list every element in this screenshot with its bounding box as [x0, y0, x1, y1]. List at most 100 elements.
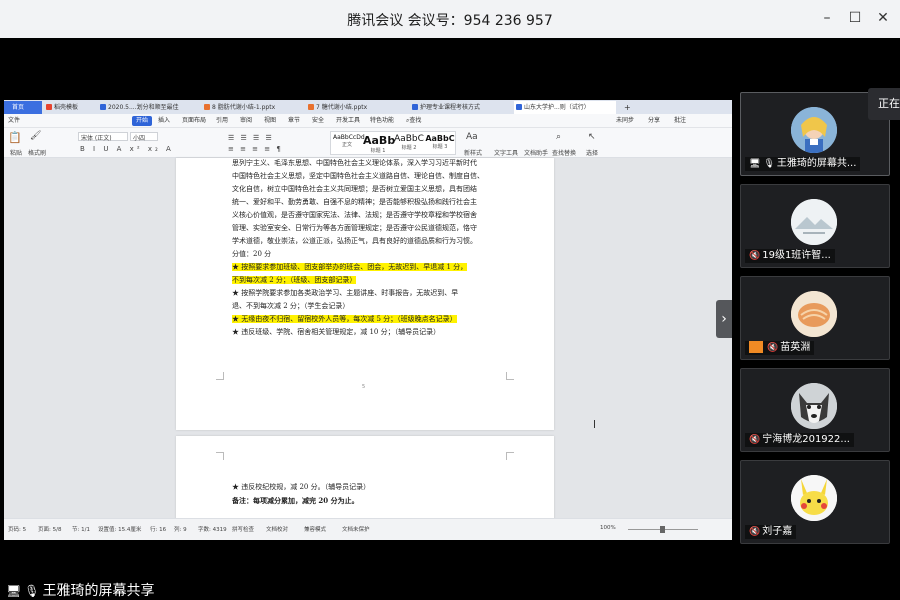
- mic-muted-icon: 🔇: [749, 435, 761, 445]
- zoom-level[interactable]: 100%: [600, 525, 616, 531]
- style-heading-1[interactable]: AaBb 标题 1: [363, 134, 395, 154]
- document-line: 统一、爱好和平、勤劳勇敢、自强不息的精神；是否能够积极弘扬和践行社会主: [232, 198, 477, 206]
- menu-view[interactable]: 视图: [264, 116, 276, 126]
- ppt-icon: [204, 104, 210, 110]
- participant-label: 🔇 刘子嘉: [745, 525, 797, 539]
- find-replace-button[interactable]: 查找替换: [552, 148, 576, 157]
- style-normal[interactable]: AaBbCcDd 正文: [333, 134, 365, 148]
- avatar-food: [791, 291, 837, 337]
- participant-tile[interactable]: 🔇 19级1班许智...: [740, 184, 890, 268]
- menu-references[interactable]: 引用: [216, 116, 228, 126]
- menu-file[interactable]: 文件: [8, 116, 20, 126]
- style-heading-2[interactable]: AaBbC 标题 2: [393, 134, 425, 151]
- margin-corner: [506, 372, 514, 380]
- document-line: ★ 违反班级、学院、宿舍相关管理规定，减 10 分；（辅导员记录）: [232, 328, 441, 336]
- format-painter-icon[interactable]: 🖌: [30, 131, 41, 141]
- screen-share-icon: 🖥: [6, 584, 22, 598]
- user-badge-icon: [749, 341, 763, 353]
- status-item[interactable]: 文档未保护: [342, 525, 370, 533]
- maximize-button[interactable]: ☐: [846, 9, 864, 27]
- format-painter-button[interactable]: 格式刷: [28, 148, 46, 157]
- word-doc-icon: [412, 104, 418, 110]
- mic-icon: 🎙: [763, 159, 775, 169]
- mic-muted-icon: 🔇: [749, 251, 761, 261]
- margin-corner: [216, 372, 224, 380]
- menu-home[interactable]: 开始: [132, 116, 153, 126]
- avatar-landscape: [791, 199, 837, 245]
- participant-tile[interactable]: 🔇 宁海博龙201922...: [740, 368, 890, 452]
- tab-shandong-university-rules[interactable]: 山东大学护...则（试行）: [514, 101, 616, 114]
- document-line: 中国特色社会主义思想，坚定中国特色社会主义道路自信、理论自信、制度自信、: [232, 172, 484, 180]
- font-size-select[interactable]: 小四: [130, 132, 158, 142]
- page-number: 5: [362, 384, 366, 390]
- document-line: ★ 违反校纪校规，减 20 分。（辅导员记录）: [232, 483, 371, 491]
- sync-status[interactable]: 未同步: [616, 116, 634, 126]
- menu-layout[interactable]: 页面布局: [182, 116, 206, 126]
- mic-icon: 🎙: [24, 584, 40, 598]
- tab-nursing-assessment[interactable]: 护理专业课程考核方式: [410, 101, 512, 114]
- status-item[interactable]: 兼容模式: [304, 525, 326, 533]
- status-item: 页面: 5/8: [38, 527, 62, 533]
- paragraph-buttons[interactable]: ☰ ☰ ☰ ☰: [228, 134, 274, 142]
- document-canvas[interactable]: 思列宁主义、毛泽东思想、中国特色社会主义理论体系，深入学习习近平新时代 中国特色社…: [4, 158, 732, 536]
- document-line: 不到每次减 2 分；（班级、团支部记录）: [232, 276, 357, 284]
- status-item[interactable]: 拼写检查: [232, 525, 254, 533]
- font-name-select[interactable]: 宋体 (正文): [78, 132, 128, 142]
- text-cursor-ibeam: [594, 420, 598, 428]
- comment-button[interactable]: 批注: [674, 116, 686, 126]
- participant-label: 🔇 宁海博龙201922...: [745, 433, 854, 447]
- document-line: ★ 按照学院要求参加各类政治学习、主题讲座、时事报告，无故迟到、早: [232, 289, 459, 297]
- avatar-pikachu: [791, 475, 837, 521]
- new-style-button[interactable]: 新样式: [464, 148, 482, 157]
- style-heading-3[interactable]: AaBbC 标题 3: [425, 134, 455, 150]
- doc-helper-button[interactable]: 文档助手: [524, 148, 548, 157]
- status-item: 行: 16: [150, 527, 167, 533]
- tab-ppt-fat-metabolism[interactable]: 8 脂肪代谢小结-1.pptx: [202, 101, 304, 114]
- tab-ppt-sugar-metabolism[interactable]: 7 糖代谢小结.pptx: [306, 101, 408, 114]
- menu-chapter[interactable]: 章节: [288, 116, 300, 126]
- close-button[interactable]: ✕: [874, 9, 892, 27]
- meeting-title: 腾讯会议 会议号：954 236 957: [347, 13, 553, 29]
- chevron-right-icon: ›: [721, 311, 727, 327]
- tab-doc-2020[interactable]: 2020.5....划分和顺至最佳: [98, 101, 200, 114]
- menu-features[interactable]: 特色功能: [370, 116, 394, 126]
- paste-icon[interactable]: 📋: [8, 131, 22, 144]
- participant-label: 🔇 19级1班许智...: [745, 249, 835, 263]
- alignment-buttons[interactable]: ≡ ≡ ≡ ≡ ¶: [228, 145, 283, 153]
- style-gallery: AaBbCcDd 正文 AaBb 标题 1 AaBbC 标题 2 AaBbC 标题 3: [330, 131, 456, 155]
- menu-dev-tools[interactable]: 开发工具: [336, 116, 360, 126]
- collapse-panel-button[interactable]: ›: [716, 300, 732, 338]
- tab-home[interactable]: 首页: [4, 101, 42, 114]
- screen-share-icon: 🖥: [749, 159, 761, 169]
- participant-label: 🔇 苗英淵: [745, 341, 815, 355]
- docer-icon: [46, 104, 52, 110]
- select-button[interactable]: 选择: [586, 148, 598, 157]
- status-bar: 页码: 5 页面: 5/8 节: 1/1 设置值: 15.4厘米 行: 16 列: 9 字数…: [4, 518, 732, 540]
- menu-review[interactable]: 审阅: [240, 116, 252, 126]
- title-bar: 腾讯会议 会议号：954 236 957 – ☐ ✕: [0, 0, 900, 38]
- participant-tile[interactable]: 🔇 苗英淵: [740, 276, 890, 360]
- speaking-tooltip: 正在: [868, 88, 900, 120]
- new-tab-button[interactable]: +: [620, 101, 634, 114]
- tab-docer-templates[interactable]: 稻壳模板: [44, 101, 96, 114]
- document-tab-bar: 首页 稻壳模板 2020.5....划分和顺至最佳 8 脂肪代谢小结-1.ppt…: [4, 100, 732, 114]
- menu-insert[interactable]: 插入: [158, 116, 170, 126]
- share-button[interactable]: 分享: [648, 116, 660, 126]
- share-status-label: 🖥 🎙 王雅琦的屏幕共享: [6, 583, 155, 599]
- document-line: 学术道德，敬业崇法，公道正派，弘扬正气，具有良好的道德品质和行为习惯。: [232, 237, 477, 245]
- new-style-icon: Aa: [466, 132, 478, 142]
- status-item[interactable]: 文档校对: [266, 525, 288, 533]
- text-tools-button[interactable]: 文字工具: [494, 148, 518, 157]
- status-item: 页码: 5: [8, 527, 27, 533]
- menu-search[interactable]: ⌕查找: [406, 116, 421, 126]
- status-item: 列: 9: [174, 527, 187, 533]
- document-line: 退、不到每次减 2 分；（学生会记录）: [232, 302, 350, 310]
- paste-button[interactable]: 粘贴: [10, 148, 22, 157]
- participant-tile[interactable]: 🔇 刘子嘉: [740, 460, 890, 544]
- font-format-buttons[interactable]: B I U A x² x₂ A: [80, 145, 174, 153]
- zoom-slider-handle[interactable]: [660, 526, 665, 533]
- ribbon-toolbar: 📋 粘贴 🖌 格式刷 宋体 (正文) 小四 B I U A x² x₂ A ☰ …: [4, 128, 732, 158]
- status-item: 节: 1/1: [72, 527, 90, 533]
- minimize-button[interactable]: –: [818, 9, 836, 27]
- menu-security[interactable]: 安全: [312, 116, 324, 126]
